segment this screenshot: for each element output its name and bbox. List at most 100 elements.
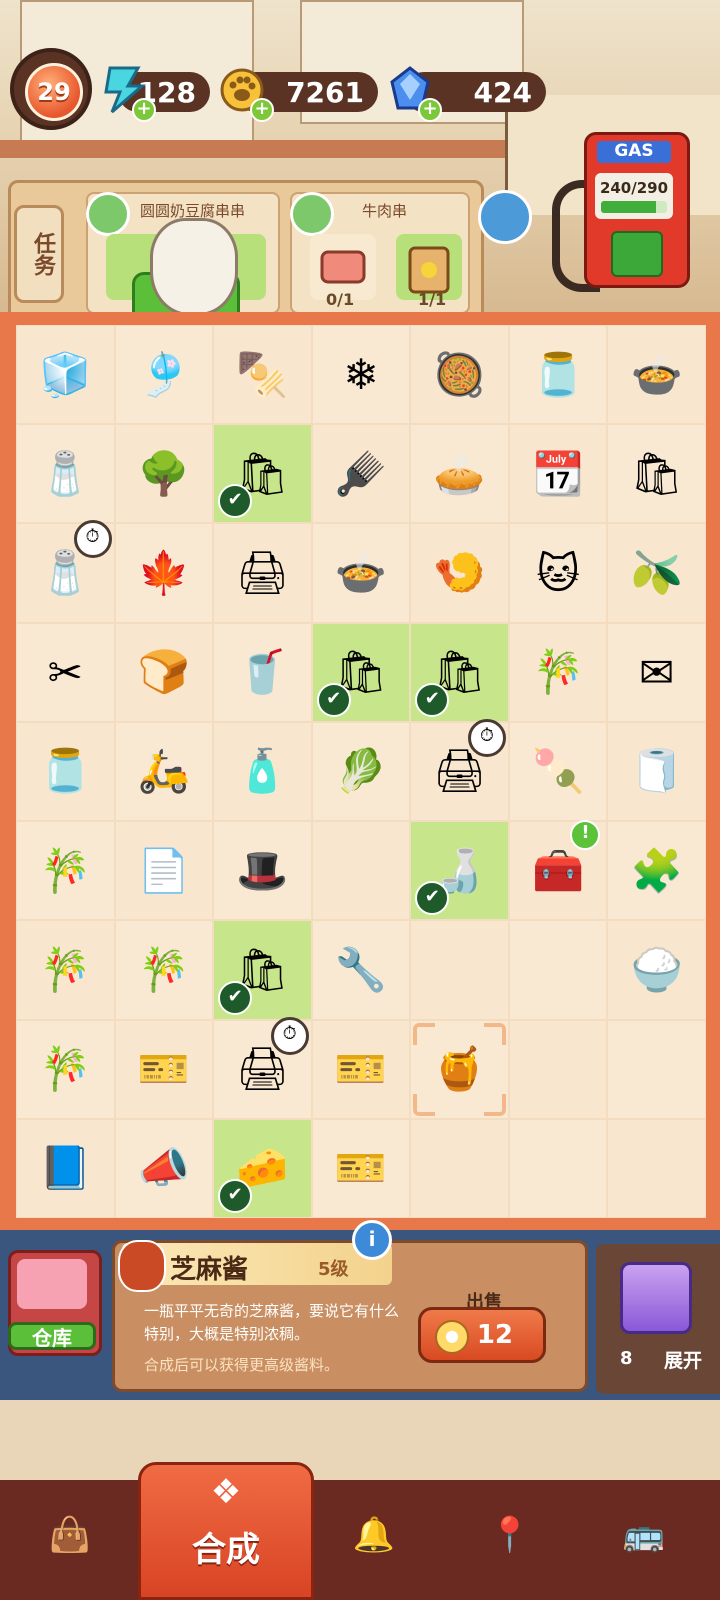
map-pin-icon[interactable]: 📍 — [470, 1500, 550, 1570]
grid-cell[interactable]: 🪮 — [311, 424, 411, 524]
grid-cell[interactable]: ❄ — [311, 325, 411, 425]
grid-cell[interactable]: 🥤 — [213, 622, 312, 722]
meatball-icon[interactable]: 🍡 — [526, 739, 590, 803]
grid-cell[interactable]: 🛍 ✔ — [213, 920, 312, 1020]
sugarcane-sprout-icon[interactable]: 🎋 — [33, 1037, 97, 1101]
add-coins-icon[interactable]: + — [250, 98, 274, 122]
grid-cell[interactable]: 🫙 — [508, 325, 608, 425]
expand-button[interactable]: 展开 — [664, 1346, 702, 1373]
cup-icon[interactable]: 🥤 — [230, 640, 294, 704]
grid-cell[interactable]: 🧀 ✔ — [213, 1118, 312, 1218]
add-gems-icon[interactable]: + — [418, 98, 442, 122]
toast-icon[interactable]: 🍞 — [132, 640, 196, 704]
grid-cell[interactable]: 🎋 — [16, 821, 115, 921]
egg-tarts-icon[interactable]: 🥧 — [428, 442, 492, 506]
grid-cell[interactable]: 🐱 — [508, 523, 608, 623]
puzzle-icon[interactable]: 🧩 — [625, 839, 689, 903]
grid-cell[interactable]: 🛍 ✔ — [311, 622, 411, 722]
mystery-box-icon[interactable] — [620, 1262, 692, 1334]
grid-cell[interactable]: 🎐 — [114, 325, 214, 425]
fridge-icon[interactable]: 🧊 — [33, 343, 97, 407]
empty-cell[interactable] — [311, 821, 411, 921]
scissors-icon[interactable]: ✂ — [33, 640, 97, 704]
towel-icon[interactable]: 🧻 — [625, 739, 689, 803]
empty-cell[interactable] — [607, 1118, 706, 1218]
rice-cooker-skewers-icon[interactable]: 🍢 — [230, 343, 294, 407]
grid-cell[interactable]: 🎫 — [311, 1118, 411, 1218]
grid-cell[interactable]: 🎫 — [311, 1019, 411, 1119]
grid-cell[interactable]: 🔧 — [311, 920, 411, 1020]
hair-brush-icon[interactable]: 🪮 — [329, 442, 393, 506]
paper-sheet-icon[interactable]: 📄 — [132, 839, 196, 903]
notebook-icon[interactable]: 📘 — [33, 1136, 97, 1200]
grid-cell[interactable]: 🛍 ✔ — [213, 424, 312, 524]
olive-icon[interactable]: 🫒 — [625, 541, 689, 605]
gem-counter[interactable]: + 424 — [390, 66, 546, 122]
scooter-icon[interactable]: 🛵 — [132, 739, 196, 803]
grid-cell[interactable]: 🧊 — [16, 325, 115, 425]
braised-dish-icon[interactable]: 🥘 — [428, 343, 492, 407]
rice-tray-icon[interactable]: 🍚 — [625, 938, 689, 1002]
shopping-bag-icon[interactable]: 🛍 — [625, 442, 689, 506]
grid-cell[interactable]: 🧻 — [607, 721, 706, 822]
empty-cell[interactable] — [607, 1019, 706, 1119]
sugarcane-stick-icon[interactable]: 🎋 — [132, 938, 196, 1002]
grid-cell[interactable]: 🫒 — [607, 523, 706, 623]
grid-cell[interactable]: 🍞 — [114, 622, 214, 722]
grid-cell[interactable]: 🛍 ✔ — [410, 622, 509, 722]
grid-cell[interactable]: 🍶 ✔ — [410, 821, 509, 921]
grid-cell[interactable]: 🧂 ⏱ — [16, 520, 115, 623]
grid-cell[interactable]: 🥘 — [410, 325, 509, 425]
grid-cell[interactable]: 🍤 — [410, 523, 509, 623]
envelope-icon[interactable]: ✉ — [625, 640, 689, 704]
grid-cell[interactable]: 🍲 — [607, 325, 706, 425]
empty-cell[interactable] — [508, 1019, 608, 1119]
hotpot-icon[interactable]: 🍲 — [329, 541, 393, 605]
bonsai-tree-icon[interactable]: 🌳 — [132, 442, 196, 506]
grid-cell[interactable]: 🍡 — [508, 721, 608, 822]
grid-cell[interactable]: 🛍 — [607, 424, 706, 524]
phone-strap-icon[interactable]: 🎐 — [132, 343, 196, 407]
coupon-book-icon[interactable]: 🎫 — [132, 1037, 196, 1101]
grid-cell[interactable]: 📆 — [508, 424, 608, 524]
grid-cell[interactable]: 🎋 — [16, 920, 115, 1020]
grid-cell[interactable]: 🎩 — [213, 821, 312, 921]
jar-icon[interactable]: 🫙 — [526, 343, 590, 407]
snowflake-icon[interactable]: ❄ — [329, 343, 393, 407]
empty-cell[interactable] — [410, 1118, 509, 1218]
cabbage-icon[interactable]: 🥬 — [329, 739, 393, 803]
sugarcane-icon[interactable]: 🎋 — [526, 640, 590, 704]
grid-cell[interactable]: 🎫 — [114, 1019, 214, 1119]
player-level-badge[interactable]: 29 — [10, 48, 92, 130]
task-tab[interactable]: 任务 — [14, 205, 64, 303]
grid-cell[interactable]: 🥧 — [410, 424, 509, 524]
sugarcane-bundle-icon[interactable]: 🎋 — [33, 938, 97, 1002]
maple-leaves-icon[interactable]: 🍁 — [132, 541, 196, 605]
empty-cell[interactable] — [508, 920, 608, 1020]
wrench-icon[interactable]: 🔧 — [329, 938, 393, 1002]
grid-cell[interactable]: 🎋 — [16, 1019, 115, 1119]
grid-cell[interactable]: 🫙 — [16, 721, 115, 822]
order-card[interactable]: 牛肉串 0/1 1/1 — [290, 192, 470, 314]
spice-shelf-icon[interactable]: 🧂 — [33, 442, 97, 506]
chef-hat-icon[interactable]: 🎩 — [230, 839, 294, 903]
grid-cell[interactable]: 🧴 — [213, 721, 312, 822]
coin-counter[interactable]: + 7261 — [220, 68, 378, 122]
printer-icon[interactable]: 🖨 — [230, 541, 294, 605]
bus-icon[interactable]: 🚌 — [604, 1500, 684, 1570]
grid-cell[interactable]: 🖨 ⏱ — [410, 718, 509, 822]
megaphone-icon[interactable]: 📣 — [132, 1136, 196, 1200]
sell-button[interactable]: ● 12 — [418, 1307, 546, 1363]
sugar-jar-icon[interactable]: 🫙 — [33, 739, 97, 803]
paint-roller-icon[interactable] — [478, 190, 532, 244]
gas-pump[interactable]: GAS 240/290 — [584, 132, 690, 288]
grid-cell[interactable]: 🍯 — [410, 1019, 509, 1119]
storage-label[interactable]: 仓库 — [8, 1322, 96, 1350]
grid-cell[interactable]: 🎋 — [508, 622, 608, 722]
empty-cell[interactable] — [410, 920, 509, 1020]
info-icon[interactable]: i — [352, 1220, 392, 1260]
grid-cell[interactable]: 🍢 — [213, 325, 312, 425]
sesame-jar-icon[interactable]: 🍯 — [428, 1037, 492, 1101]
coupon-stack-icon[interactable]: 🎫 — [329, 1136, 393, 1200]
grid-cell[interactable]: 📣 — [114, 1118, 214, 1218]
